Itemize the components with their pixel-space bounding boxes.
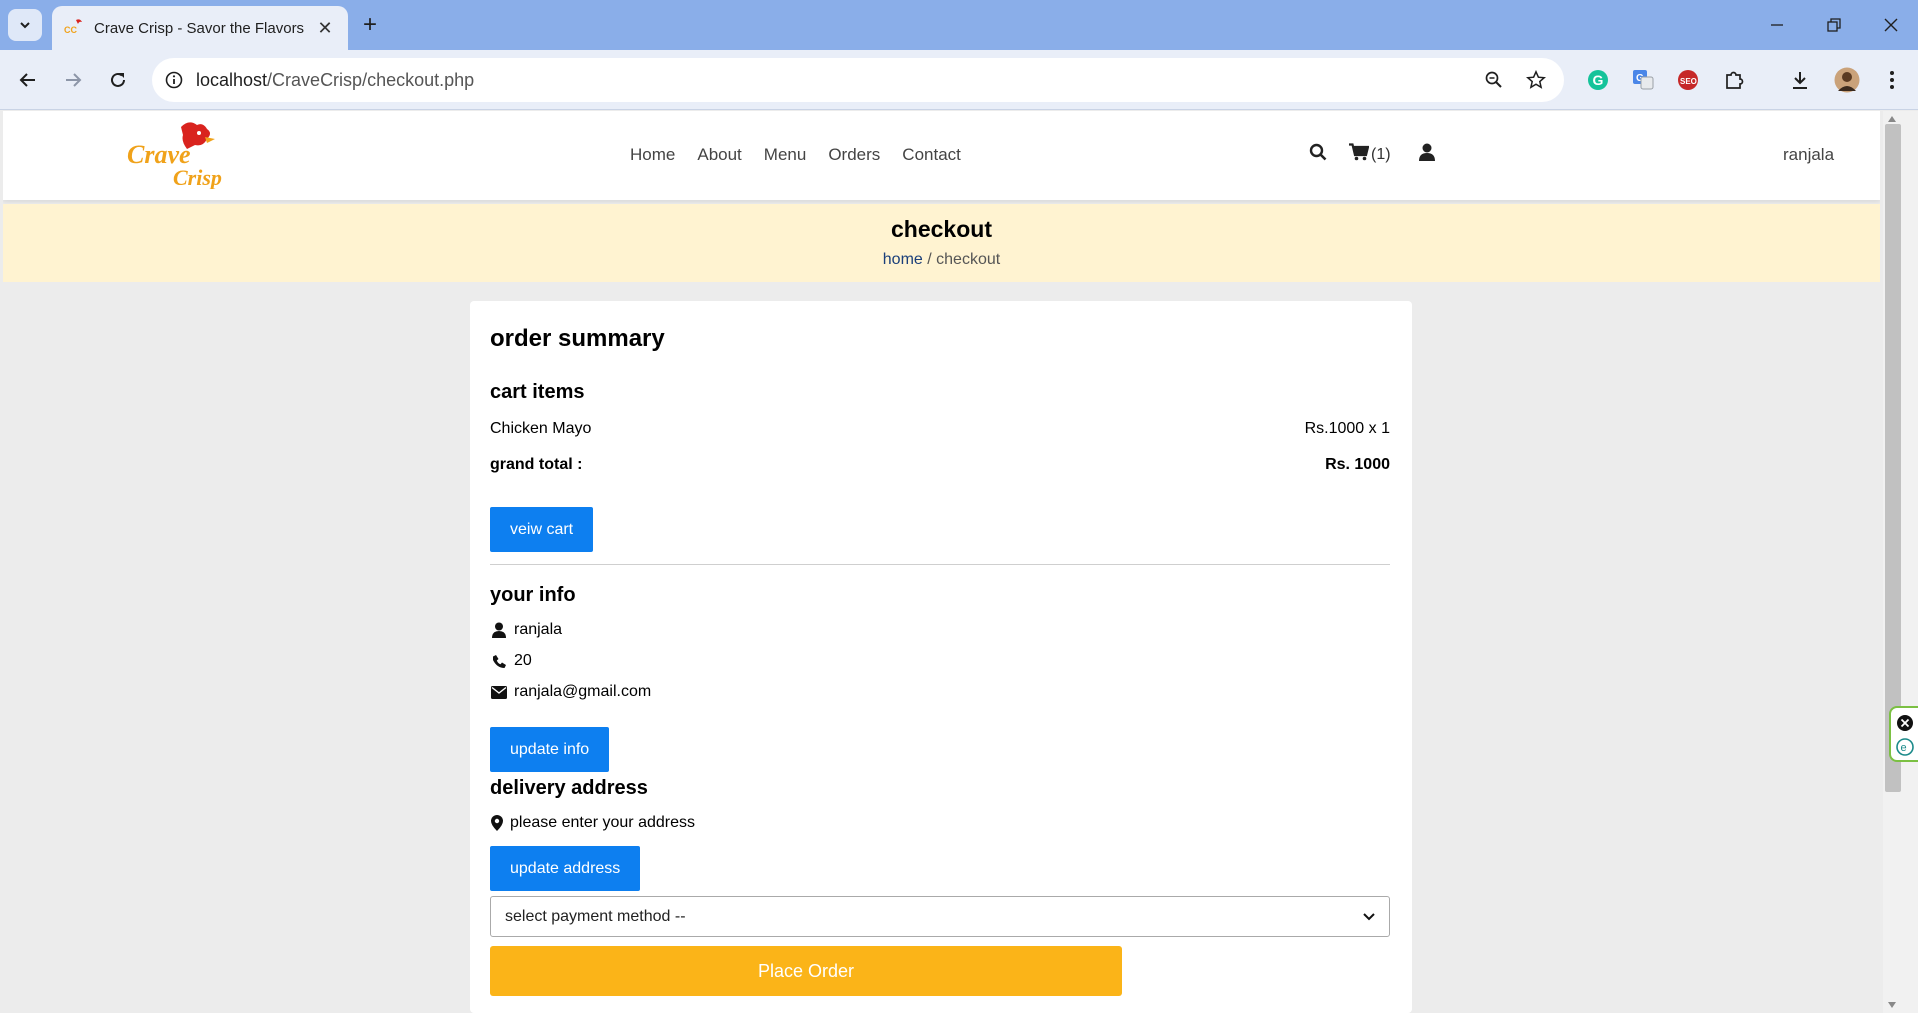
info-email: ranjala@gmail.com — [514, 683, 652, 700]
nav-contact[interactable]: Contact — [902, 145, 961, 165]
header-username: ranjala — [1783, 145, 1835, 164]
info-phone: 20 — [514, 652, 532, 669]
bookmark-star-icon[interactable] — [1520, 64, 1552, 96]
site-favicon-icon: CC — [64, 18, 84, 38]
profile-avatar-icon[interactable] — [1831, 64, 1863, 96]
address-text: please enter your address — [510, 814, 695, 831]
page-title: checkout — [891, 216, 992, 242]
cart-item-name: Chicken Mayo — [490, 420, 592, 437]
scrollbar-thumb[interactable] — [1885, 124, 1901, 792]
cart-count: (1) — [1371, 145, 1391, 163]
your-info-heading: your info — [490, 584, 576, 606]
view-cart-button[interactable]: veiw cart — [490, 507, 594, 552]
breadcrumb-home-link[interactable]: home — [883, 251, 923, 268]
seo-extension-icon[interactable]: SEO — [1672, 64, 1704, 96]
address-bar[interactable]: localhost/CraveCrisp/checkout.php — [152, 58, 1564, 102]
payment-method-select[interactable]: select payment method -- — [490, 896, 1390, 937]
extensions-puzzle-icon[interactable] — [1718, 64, 1750, 96]
cart-item-row: Chicken Mayo Rs.1000 x 1 — [490, 420, 1390, 438]
update-info-button[interactable]: update info — [490, 727, 610, 772]
order-summary-card: order summary cart items Chicken Mayo Rs… — [470, 301, 1412, 1013]
svg-text:SEO: SEO — [1680, 77, 1697, 86]
new-tab-icon[interactable]: + — [356, 11, 384, 39]
zoom-icon[interactable] — [1478, 64, 1510, 96]
info-name-line: ranjala — [490, 621, 562, 639]
site-header: Crave Crisp Home About Menu Orders Conta… — [3, 111, 1880, 200]
site-info-icon[interactable] — [152, 71, 196, 89]
main-navigation: Home About Menu Orders Contact — [630, 145, 983, 165]
info-name: ranjala — [514, 621, 563, 638]
grammarly-extension-icon[interactable]: G — [1582, 64, 1614, 96]
map-marker-icon — [490, 815, 504, 831]
cart-items-heading: cart items — [490, 381, 585, 403]
nav-home[interactable]: Home — [630, 145, 675, 165]
nav-menu[interactable]: Menu — [764, 145, 807, 165]
tab-close-icon[interactable]: ✕ — [314, 17, 336, 39]
breadcrumb-separator: / — [922, 251, 937, 268]
browser-tab-active[interactable]: CC Crave Crisp - Savor the Flavors, ✕ — [52, 6, 348, 50]
floating-side-widget: e — [1889, 706, 1918, 762]
minimize-icon[interactable] — [1762, 10, 1792, 40]
translate-extension-icon[interactable]: G — [1627, 64, 1659, 96]
place-order-button[interactable]: Place Order — [490, 946, 1122, 996]
browser-toolbar: localhost/CraveCrisp/checkout.php G G SE… — [0, 50, 1918, 110]
grand-total-value: Rs. 1000 — [1325, 456, 1390, 473]
svg-text:Crisp: Crisp — [173, 165, 222, 189]
close-circle-icon[interactable] — [1896, 714, 1914, 732]
info-email-line: ranjala@gmail.com — [490, 683, 651, 701]
url-text: localhost/CraveCrisp/checkout.php — [196, 69, 475, 90]
cart-icon — [1349, 143, 1370, 166]
user-icon[interactable] — [1418, 143, 1435, 166]
nav-orders[interactable]: Orders — [828, 145, 880, 165]
order-summary-title: order summary — [490, 325, 665, 352]
header-actions: (1) — [1309, 143, 1435, 166]
cart-item-price: Rs.1000 x 1 — [1304, 420, 1390, 437]
breadcrumb: home / checkout — [3, 251, 1880, 269]
delivery-address-heading: delivery address — [490, 777, 648, 799]
chevron-down-icon — [1363, 908, 1375, 926]
chevron-down-icon — [20, 22, 30, 29]
user-icon — [490, 622, 508, 638]
download-icon[interactable] — [1784, 64, 1816, 96]
envelope-icon — [490, 685, 508, 699]
payment-method-selected: select payment method -- — [505, 907, 686, 925]
breadcrumb-current: checkout — [936, 251, 1001, 268]
address-line: please enter your address — [490, 814, 695, 832]
scroll-up-arrow-icon[interactable] — [1887, 115, 1897, 123]
reload-icon[interactable] — [102, 64, 134, 96]
nav-about[interactable]: About — [697, 145, 741, 165]
e-badge-icon[interactable]: e — [1896, 738, 1914, 756]
svg-text:G: G — [1593, 72, 1604, 88]
grand-total-label: grand total : — [490, 456, 583, 473]
scroll-down-arrow-icon[interactable] — [1887, 1001, 1897, 1009]
forward-arrow-icon[interactable] — [57, 64, 89, 96]
svg-text:e: e — [1901, 742, 1907, 754]
crave-crisp-logo[interactable]: Crave Crisp — [123, 121, 223, 190]
info-phone-line: 20 — [490, 652, 532, 670]
restore-icon[interactable] — [1819, 10, 1849, 40]
page-heading-banner: checkout home / checkout — [3, 204, 1880, 282]
window-close-icon[interactable] — [1876, 10, 1906, 40]
tab-search-button[interactable] — [8, 9, 42, 41]
svg-text:CC: CC — [64, 25, 77, 35]
page-viewport: Crave Crisp Home About Menu Orders Conta… — [3, 111, 1880, 1013]
phone-icon — [490, 654, 508, 669]
cart-link[interactable]: (1) — [1349, 143, 1391, 166]
tab-title: Crave Crisp - Savor the Flavors, — [94, 19, 304, 37]
update-address-button[interactable]: update address — [490, 846, 641, 891]
browser-menu-icon[interactable] — [1876, 64, 1908, 96]
section-divider — [490, 564, 1390, 565]
browser-tab-strip: CC Crave Crisp - Savor the Flavors, ✕ + — [0, 0, 1918, 50]
back-arrow-icon[interactable] — [12, 64, 44, 96]
search-icon[interactable] — [1309, 143, 1327, 166]
grand-total-row: grand total : Rs. 1000 — [490, 456, 1390, 474]
